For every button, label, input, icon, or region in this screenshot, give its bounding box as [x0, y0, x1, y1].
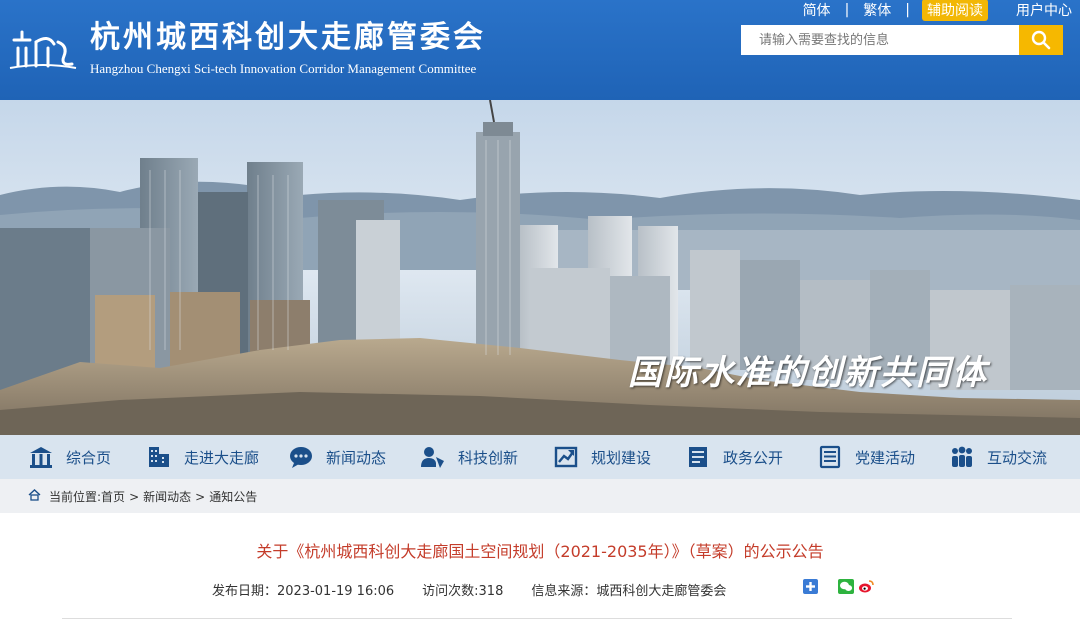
banner-slogan: 国际水准的创新共同体 [628, 353, 988, 393]
search-icon [1031, 30, 1051, 50]
nav-item-planning[interactable]: 规划建设 [553, 435, 651, 479]
list-icon [817, 444, 843, 470]
nav-item-home[interactable]: 综合页 [28, 435, 111, 479]
site-header: 杭州城西科创大走廊管委会 Hangzhou Chengxi Sci-tech I… [0, 0, 1080, 100]
nav-label: 综合页 [66, 448, 112, 467]
article-meta: 发布日期：2023-01-19 16:06 访问次数:318 信息来源：城西科创… [212, 580, 754, 599]
nav-label: 走进大走廊 [184, 448, 260, 467]
nav-label: 科技创新 [458, 448, 519, 467]
breadcrumb-prefix: 当前位置: [49, 490, 102, 504]
nav-item-innovation[interactable]: 科技创新 [420, 435, 518, 479]
breadcrumb-notice-link[interactable]: 通知公告 [209, 488, 257, 505]
breadcrumb-separator: > [195, 489, 206, 504]
top-links: 简体 | 繁体 | 辅助阅读 用户中心 [801, 0, 1074, 21]
site-logo-icon[interactable] [8, 26, 78, 76]
main-nav: 综合页 走进大走廊 新闻动态 科技创新 规划建设 政务公开 党建活动 互动交流 [0, 435, 1080, 479]
search-button[interactable] [1019, 25, 1063, 55]
weibo-share-icon[interactable] [858, 579, 874, 594]
breadcrumb-home-link[interactable]: 首页 [101, 488, 125, 505]
planning-icon [553, 444, 579, 470]
building-icon [146, 444, 172, 470]
share-buttons [803, 579, 874, 594]
nav-item-news[interactable]: 新闻动态 [288, 435, 386, 479]
breadcrumb-news-link[interactable]: 新闻动态 [143, 488, 191, 505]
traditional-chinese-link[interactable]: 繁体 [861, 0, 893, 20]
divider [62, 618, 1012, 619]
nav-label: 规划建设 [591, 448, 652, 467]
people-icon [949, 444, 975, 470]
article-title: 关于《杭州城西科创大走廊国土空间规划（2021-2035年）》（草案）的公示公告 [256, 542, 824, 561]
home-small-icon [28, 489, 41, 504]
info-source: 信息来源：城西科创大走廊管委会 [531, 584, 727, 599]
separator: | [905, 2, 910, 18]
nav-item-government[interactable]: 政务公开 [685, 435, 783, 479]
nav-item-about[interactable]: 走进大走廊 [146, 435, 259, 479]
nav-label: 党建活动 [855, 448, 916, 467]
visit-count: 访问次数:318 [422, 584, 504, 599]
breadcrumb-bar: 当前位置: 首页 > 新闻动态 > 通知公告 [0, 479, 1080, 513]
chat-icon [288, 444, 314, 470]
user-center-link[interactable]: 用户中心 [1014, 0, 1074, 20]
search-input[interactable] [741, 25, 1019, 55]
publish-date: 发布日期：2023-01-19 16:06 [212, 584, 395, 599]
nav-item-interaction[interactable]: 互动交流 [949, 435, 1047, 479]
wechat-share-icon[interactable] [838, 579, 854, 594]
breadcrumb: 当前位置: 首页 > 新闻动态 > 通知公告 [28, 488, 257, 505]
document-icon [685, 444, 711, 470]
site-title: 杭州城西科创大走廊管委会 [90, 20, 486, 55]
nav-label: 政务公开 [723, 448, 784, 467]
innovation-icon [420, 444, 446, 470]
breadcrumb-separator: > [129, 489, 140, 504]
home-icon [28, 444, 54, 470]
separator: | [844, 2, 850, 18]
hero-banner: 国际水准的创新共同体 [0, 100, 1080, 435]
site-subtitle: Hangzhou Chengxi Sci-tech Innovation Cor… [90, 61, 477, 76]
assisted-reading-button[interactable]: 辅助阅读 [922, 0, 988, 21]
nav-item-party[interactable]: 党建活动 [817, 435, 915, 479]
simplified-chinese-link[interactable]: 简体 [801, 0, 833, 20]
search-box [741, 25, 1063, 55]
share-plus-icon[interactable] [803, 579, 818, 594]
nav-label: 新闻动态 [326, 448, 387, 467]
nav-label: 互动交流 [987, 448, 1048, 467]
